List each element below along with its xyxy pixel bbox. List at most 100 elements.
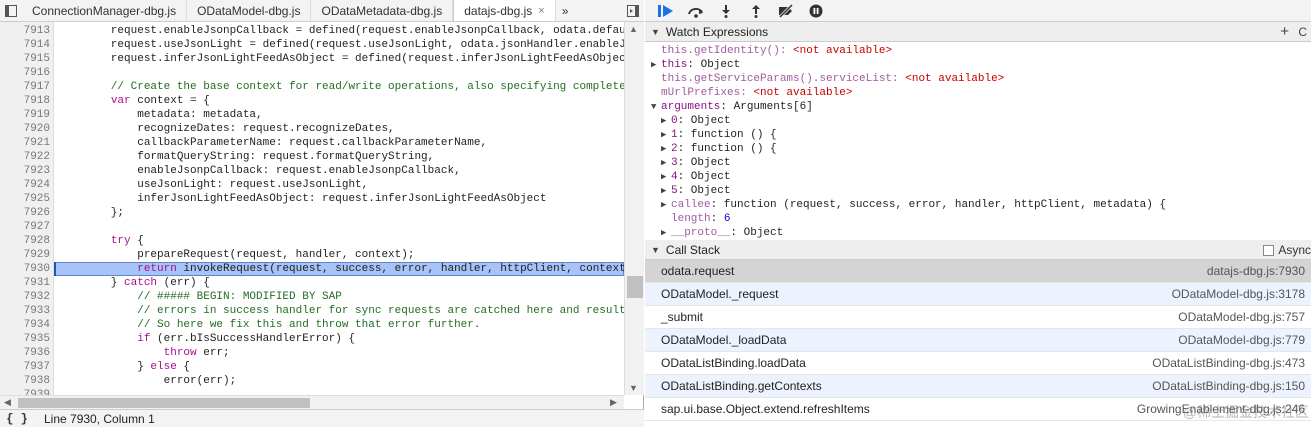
horizontal-scroll-thumb[interactable]: [18, 398, 310, 408]
line-number[interactable]: 7931: [0, 276, 50, 290]
close-tab-icon[interactable]: ×: [538, 5, 544, 17]
expand-arrow-icon[interactable]: ▶: [661, 114, 671, 128]
expand-arrow-icon[interactable]: ▶: [661, 184, 671, 198]
line-number[interactable]: 7934: [0, 318, 50, 332]
line-number[interactable]: 7928: [0, 234, 50, 248]
watch-row[interactable]: ▶ 1: function () {: [661, 128, 777, 142]
line-number[interactable]: 7925: [0, 192, 50, 206]
expand-arrow-icon[interactable]: ▼: [651, 100, 661, 114]
scroll-left-arrow-icon[interactable]: ◀: [4, 397, 11, 408]
line-number[interactable]: 7935: [0, 332, 50, 346]
line-number-gutter[interactable]: 7913 7914 7915 7916 7917 7918 7919 7920 7921 7922…: [0, 22, 54, 395]
checkbox-icon[interactable]: [1263, 244, 1275, 256]
watch-row[interactable]: this.getIdentity(): <not available>: [651, 44, 892, 58]
call-frame[interactable]: odata.request datajs-dbg.js:7930: [645, 260, 1311, 283]
watch-token: this.getServiceParams().serviceList:: [661, 73, 906, 85]
code-editor[interactable]: 7913 7914 7915 7916 7917 7918 7919 7920 7921 7922…: [0, 22, 624, 395]
step-over-icon[interactable]: [681, 0, 711, 22]
call-frame-location[interactable]: datajs-dbg.js:7930: [1207, 264, 1305, 278]
resume-icon[interactable]: [651, 0, 681, 22]
call-frame[interactable]: ODataListBinding.loadData ODataListBindin…: [645, 352, 1311, 375]
call-frame-location[interactable]: ODataModel-dbg.js:779: [1178, 333, 1305, 347]
scroll-down-arrow-icon[interactable]: ▼: [629, 383, 638, 393]
vertical-scroll-thumb[interactable]: [627, 276, 643, 298]
watch-row[interactable]: ▶ this: Object: [651, 58, 740, 72]
line-number[interactable]: 7930: [0, 262, 50, 276]
pause-on-exceptions-icon[interactable]: [801, 0, 831, 22]
step-into-icon[interactable]: [711, 0, 741, 22]
line-number[interactable]: 7923: [0, 164, 50, 178]
file-tab[interactable]: ODataModel-dbg.js: [187, 0, 312, 21]
call-frame[interactable]: ODataModel._request ODataModel-dbg.js:317…: [645, 283, 1311, 306]
call-frame[interactable]: ODataModel._loadData ODataModel-dbg.js:77…: [645, 329, 1311, 352]
call-frame-location[interactable]: ODataModel-dbg.js:757: [1178, 310, 1305, 324]
line-number[interactable]: 7920: [0, 122, 50, 136]
expand-arrow-icon[interactable]: ▶: [661, 170, 671, 184]
expand-arrow-icon[interactable]: ▶: [661, 128, 671, 142]
expand-arrow-icon[interactable]: ▶: [661, 226, 671, 238]
watch-row[interactable]: this.getServiceParams().serviceList: <no…: [651, 72, 1004, 86]
watch-row[interactable]: mUrlPrefixes: <not available>: [651, 86, 852, 100]
code-token: };: [58, 207, 125, 219]
watch-row[interactable]: ▶ 0: Object: [661, 114, 730, 128]
watch-expressions-header[interactable]: ▼ Watch Expressions + C: [645, 22, 1311, 42]
line-number[interactable]: 7919: [0, 108, 50, 122]
line-number[interactable]: 7936: [0, 346, 50, 360]
line-number[interactable]: 7932: [0, 290, 50, 304]
async-checkbox[interactable]: Async: [1263, 240, 1311, 260]
call-frame[interactable]: _submit ODataModel-dbg.js:757: [645, 306, 1311, 329]
panel-toggle-icon[interactable]: [622, 0, 644, 21]
line-number[interactable]: 7917: [0, 80, 50, 94]
line-number[interactable]: 7916: [0, 66, 50, 80]
watch-row[interactable]: ▶ 5: Object: [661, 184, 730, 198]
pretty-print-button[interactable]: { }: [0, 412, 34, 426]
call-frame-location[interactable]: ODataModel-dbg.js:3178: [1172, 287, 1305, 301]
line-number[interactable]: 7922: [0, 150, 50, 164]
line-number[interactable]: 7927: [0, 220, 50, 234]
expand-arrow-icon[interactable]: ▶: [661, 142, 671, 156]
file-tab[interactable]: datajs-dbg.js ×: [453, 0, 556, 21]
more-tabs-button[interactable]: »: [556, 0, 575, 21]
line-number[interactable]: 7914: [0, 38, 50, 52]
line-number[interactable]: 7938: [0, 374, 50, 388]
watch-row[interactable]: ▶ 3: Object: [661, 156, 730, 170]
line-number[interactable]: 7926: [0, 206, 50, 220]
watch-row[interactable]: length: 6: [661, 212, 730, 226]
line-number[interactable]: 7937: [0, 360, 50, 374]
expand-arrow-icon[interactable]: ▶: [661, 198, 671, 212]
expand-arrow-icon[interactable]: ▶: [651, 58, 661, 72]
horizontal-scrollbar[interactable]: ◀ ▶: [0, 395, 624, 409]
sidebar-toggle-icon[interactable]: [0, 0, 22, 21]
line-number[interactable]: 7918: [0, 94, 50, 108]
scroll-right-arrow-icon[interactable]: ▶: [610, 397, 617, 408]
line-number[interactable]: 7924: [0, 178, 50, 192]
refresh-watch-icon[interactable]: C: [1298, 25, 1307, 39]
code-token: {: [176, 361, 191, 373]
vertical-scrollbar[interactable]: ▲ ▼: [624, 22, 644, 395]
deactivate-breakpoints-icon[interactable]: [771, 0, 801, 22]
watch-row[interactable]: ▶ 2: function () {: [661, 142, 777, 156]
watch-row[interactable]: ▶ __proto__: Object: [661, 226, 783, 238]
step-out-icon[interactable]: [741, 0, 771, 22]
call-frame-location[interactable]: ODataListBinding-dbg.js:150: [1152, 379, 1305, 393]
call-frame-location[interactable]: ODataListBinding-dbg.js:473: [1152, 356, 1305, 370]
line-number[interactable]: 7929: [0, 248, 50, 262]
file-tab[interactable]: ODataMetadata-dbg.js: [311, 0, 454, 21]
line-number[interactable]: 7913: [0, 24, 50, 38]
code-token: error(err);: [58, 375, 237, 387]
line-number[interactable]: 7915: [0, 52, 50, 66]
add-watch-icon[interactable]: +: [1280, 23, 1289, 40]
call-frame-name: ODataModel._request: [661, 287, 779, 301]
watch-row[interactable]: ▶ callee: function (request, success, err…: [661, 198, 1166, 212]
line-number[interactable]: 7921: [0, 136, 50, 150]
call-stack-header[interactable]: ▼ Call Stack Async: [645, 240, 1311, 260]
watch-row[interactable]: ▼ arguments: Arguments[6]: [651, 100, 813, 114]
watch-row[interactable]: ▶ 4: Object: [661, 170, 730, 184]
line-number[interactable]: 7933: [0, 304, 50, 318]
call-frame[interactable]: ODataListBinding.getContexts ODataListBin…: [645, 375, 1311, 398]
line-number[interactable]: 7939: [0, 388, 50, 395]
expand-arrow-icon[interactable]: ▶: [661, 156, 671, 170]
file-tab[interactable]: ConnectionManager-dbg.js: [22, 0, 188, 21]
scroll-up-arrow-icon[interactable]: ▲: [629, 24, 638, 34]
watch-token: : Arguments[6]: [720, 101, 813, 113]
